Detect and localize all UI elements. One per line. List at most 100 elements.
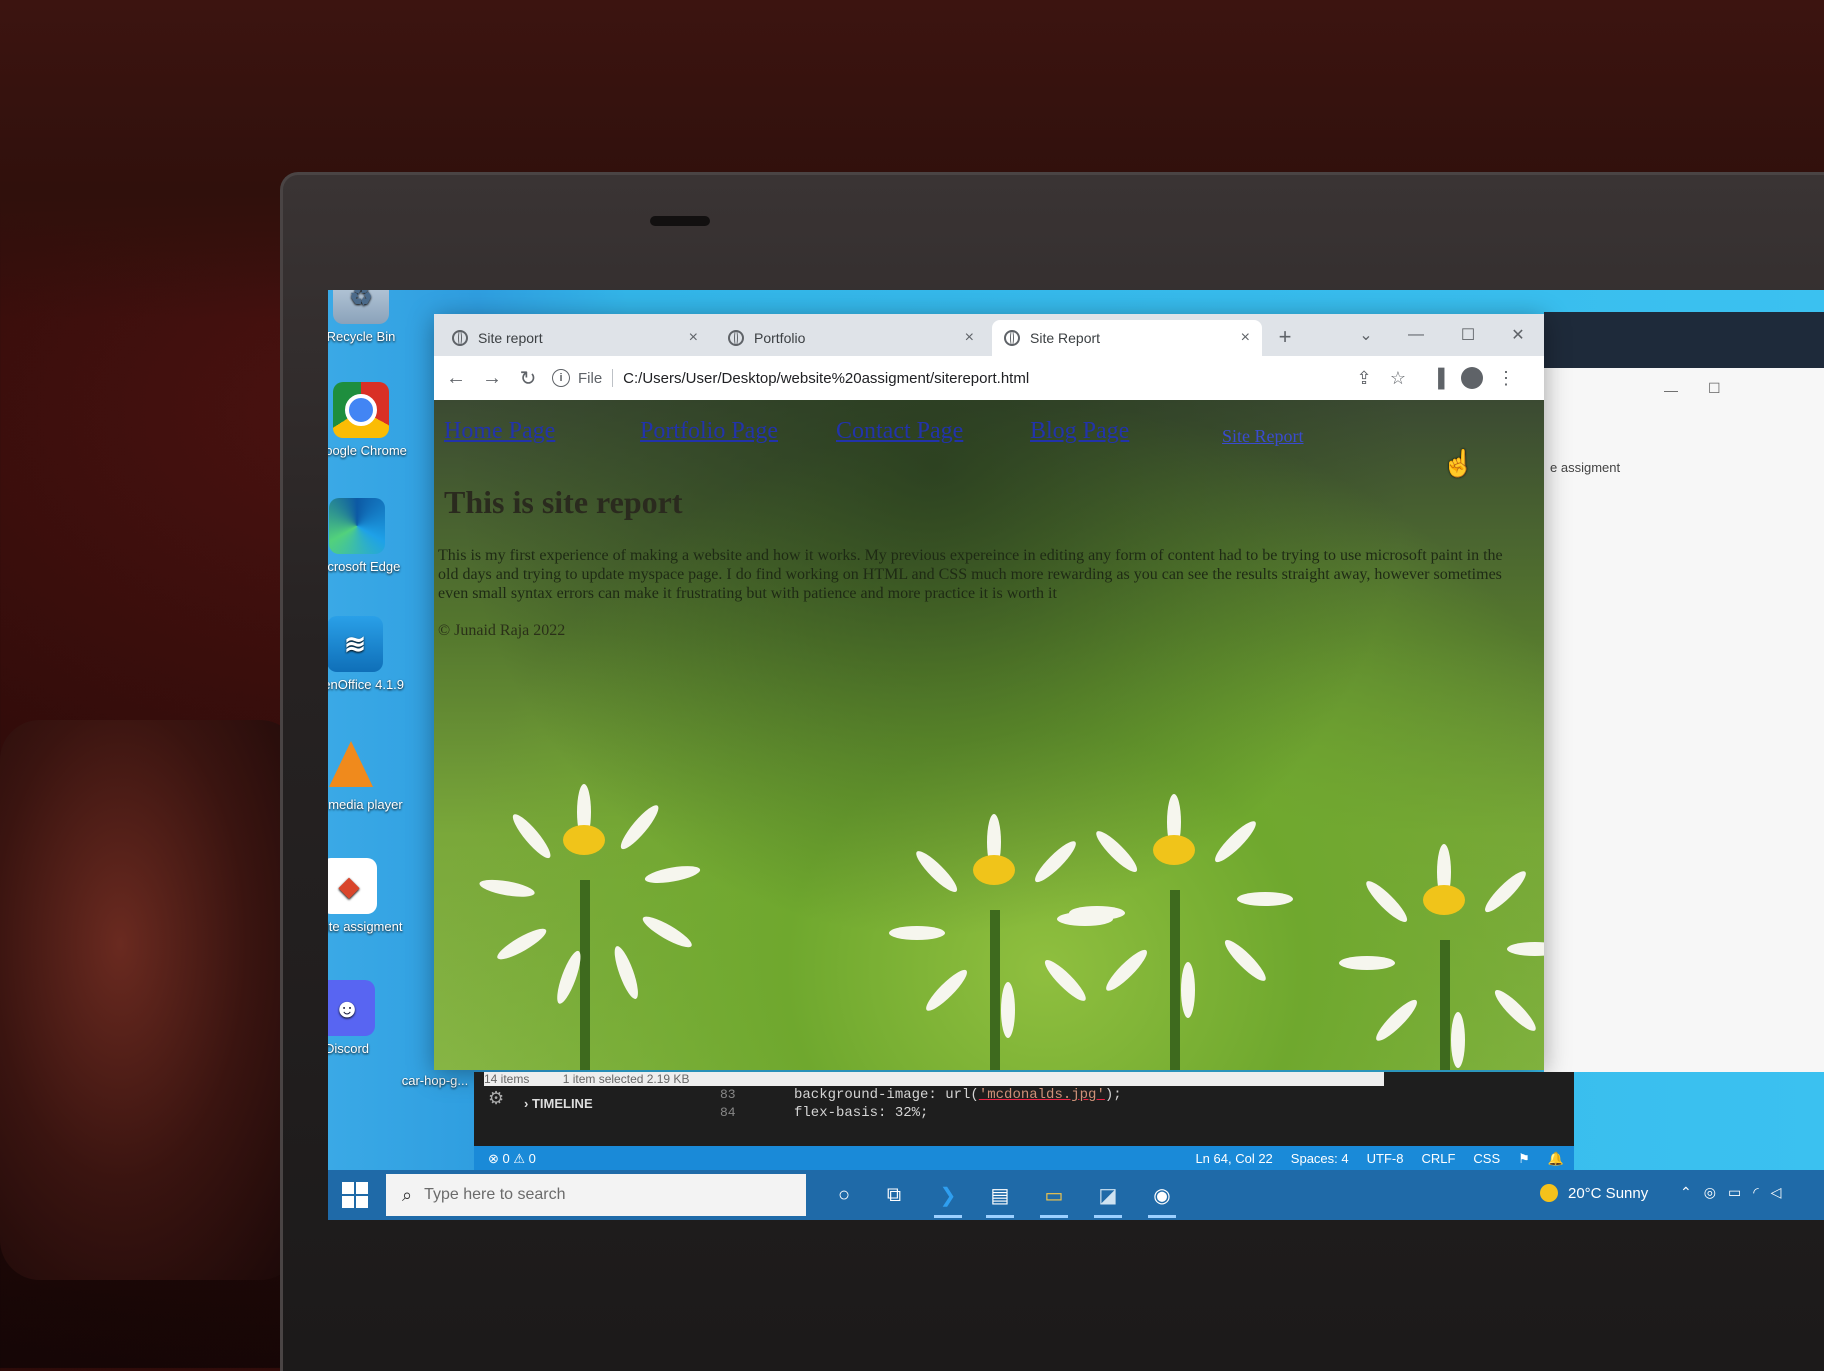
chrome-icon	[333, 382, 389, 438]
globe-icon	[1004, 330, 1020, 346]
encoding[interactable]: UTF-8	[1367, 1151, 1404, 1167]
selection-info: 1 item selected 2.19 KB	[562, 1072, 690, 1086]
taskbar-search[interactable]: ⌕ Type here to search	[386, 1174, 806, 1216]
search-icon: ⌕	[402, 1184, 413, 1205]
background-window[interactable]: — ☐ e assigment	[1544, 312, 1824, 1072]
back-button[interactable]: ←	[442, 364, 470, 392]
line-number: 84	[720, 1105, 736, 1120]
weather-widget[interactable]: 20°C Sunny	[1540, 1184, 1648, 1202]
close-tab-icon[interactable]: ×	[689, 329, 698, 347]
laptop-screen: ♻ Recycle Bin Google Chrome Microsoft Ed…	[328, 290, 1824, 1220]
vlc-icon	[328, 736, 379, 792]
new-tab-button[interactable]: +	[1270, 322, 1300, 352]
globe-icon	[728, 330, 744, 346]
cursor-position[interactable]: Ln 64, Col 22	[1195, 1151, 1272, 1167]
desktop-icon-label: Microsoft Edge	[328, 559, 401, 574]
weather-text: 20°C Sunny	[1568, 1184, 1649, 1202]
code-editor[interactable]: background-image: url('mcdonalds.jpg'); f…	[794, 1086, 1122, 1122]
explorer-status-bar: 14 items 1 item selected 2.19 KB	[484, 1072, 1384, 1086]
tab-site-report-1[interactable]: Site report ×	[440, 320, 710, 356]
copyright-text: © Junaid Raja 2022	[438, 622, 566, 639]
maximize-button[interactable]: ☐	[1446, 320, 1490, 350]
tab-strip: Site report × Portfolio × Site Report × …	[434, 314, 1544, 356]
nav-link-site-report[interactable]: Site Report	[1222, 426, 1304, 447]
file-explorer-icon[interactable]: ▭	[1034, 1178, 1074, 1218]
indentation[interactable]: Spaces: 4	[1291, 1151, 1349, 1167]
address-bar[interactable]: i File C:/Users/User/Desktop/website%20a…	[552, 362, 1252, 394]
profile-icon[interactable]	[1458, 364, 1486, 392]
search-placeholder: Type here to search	[424, 1186, 566, 1203]
line-ending[interactable]: CRLF	[1421, 1151, 1455, 1167]
vscode-status-bar: ⊗ 0 ⚠ 0 Ln 64, Col 22 Spaces: 4 UTF-8 CR…	[474, 1146, 1574, 1172]
nav-link-portfolio[interactable]: Portfolio Page	[640, 418, 778, 445]
nav-link-contact[interactable]: Contact Page	[836, 418, 963, 445]
tab-title: Site report	[478, 330, 543, 346]
nav-link-home[interactable]: Home Page	[444, 418, 555, 445]
task-view-icon[interactable]: ⧉	[874, 1178, 914, 1212]
chrome-icon[interactable]: ◉	[1142, 1178, 1182, 1218]
wifi-icon[interactable]: ◜	[1753, 1184, 1758, 1201]
vscode-window: 14 items 1 item selected 2.19 KB ⚙ › TIM…	[474, 1072, 1574, 1146]
desktop-icon-vlc[interactable]: VLC media player	[328, 736, 406, 813]
desktop-icon-label: Recycle Bin	[328, 329, 396, 344]
sidepanel-icon[interactable]: ▐	[1424, 364, 1452, 392]
cortana-icon[interactable]: ○	[824, 1178, 864, 1212]
tab-search-dropdown-icon[interactable]: ⌄	[1344, 320, 1388, 350]
windows-start-icon[interactable]	[342, 1182, 368, 1208]
desktop-icon-openoffice[interactable]: ≋ OpenOffice 4.1.9	[328, 616, 410, 693]
globe-icon	[452, 330, 468, 346]
code-line: flex-basis: 32%;	[794, 1105, 929, 1121]
bell-icon[interactable]: 🔔	[1548, 1151, 1564, 1167]
chrome-window: Site report × Portfolio × Site Report × …	[434, 314, 1544, 1070]
meet-icon[interactable]: ◎	[1704, 1184, 1716, 1201]
volume-icon[interactable]: ◁	[1771, 1184, 1782, 1201]
desktop-icon-label: VLC media player	[328, 797, 403, 812]
web-page: Home Page Portfolio Page Contact Page Bl…	[434, 400, 1544, 1070]
timeline-label: TIMELINE	[531, 1096, 593, 1111]
tab-portfolio[interactable]: Portfolio ×	[716, 320, 986, 356]
item-count: 14 items	[484, 1072, 530, 1086]
url-text[interactable]: C:/Users/User/Desktop/website%20assigmen…	[623, 370, 1029, 387]
forward-button[interactable]: →	[478, 364, 506, 392]
desktop-icon-recycle-bin[interactable]: ♻ Recycle Bin	[328, 290, 416, 345]
desktop-icon-google-chrome[interactable]: Google Chrome	[328, 382, 416, 459]
vscode-icon[interactable]: ❯	[928, 1178, 968, 1218]
notes-icon[interactable]: ◪	[1088, 1178, 1128, 1218]
close-tab-icon[interactable]: ×	[965, 329, 974, 347]
tab-site-report-active[interactable]: Site Report ×	[992, 320, 1262, 356]
background-cushion	[0, 720, 300, 1280]
minimize-button[interactable]: —	[1394, 320, 1438, 350]
sun-icon	[1540, 1184, 1558, 1202]
info-icon[interactable]: i	[552, 369, 570, 387]
language-mode[interactable]: CSS	[1473, 1151, 1500, 1167]
tab-title: Site Report	[1030, 330, 1101, 346]
timeline-section[interactable]: › TIMELINE	[524, 1096, 593, 1111]
line-numbers: 83 84	[720, 1086, 736, 1122]
status-right-items: Ln 64, Col 22 Spaces: 4 UTF-8 CRLF CSS ⚑…	[1195, 1151, 1564, 1167]
minimize-icon[interactable]: —	[1664, 382, 1678, 398]
report-paragraph: This is my first experience of making a …	[438, 547, 1503, 602]
notepad-icon[interactable]: ▤	[980, 1178, 1020, 1218]
desktop-icon-microsoft-edge[interactable]: Microsoft Edge	[328, 498, 412, 575]
background-window-titlebar	[1544, 312, 1824, 368]
maximize-icon[interactable]: ☐	[1708, 380, 1721, 397]
close-window-button[interactable]: ✕	[1496, 320, 1540, 350]
address-separator	[612, 369, 614, 387]
line-number: 83	[720, 1087, 736, 1102]
battery-icon[interactable]: ▭	[1728, 1184, 1741, 1201]
openoffice-icon: ≋	[328, 616, 383, 672]
nav-link-blog[interactable]: Blog Page	[1030, 418, 1129, 445]
menu-icon[interactable]: ⋮	[1492, 364, 1520, 392]
reload-button[interactable]: ↻	[514, 364, 542, 392]
chevron-up-icon[interactable]: ⌃	[1680, 1184, 1692, 1201]
feedback-icon[interactable]: ⚑	[1518, 1151, 1530, 1167]
close-tab-icon[interactable]: ×	[1241, 329, 1250, 347]
hand-cursor-icon: ☝	[1442, 448, 1475, 478]
tab-title: Portfolio	[754, 330, 806, 346]
discord-icon: ☻	[328, 980, 375, 1036]
star-icon[interactable]: ☆	[1384, 364, 1412, 392]
desktop-icon-website-assigment[interactable]: ◆ website assigment	[328, 858, 404, 935]
share-icon[interactable]: ⇪	[1350, 364, 1378, 392]
problems-indicator[interactable]: ⊗ 0 ⚠ 0	[488, 1151, 536, 1167]
gear-icon[interactable]: ⚙	[488, 1088, 504, 1109]
